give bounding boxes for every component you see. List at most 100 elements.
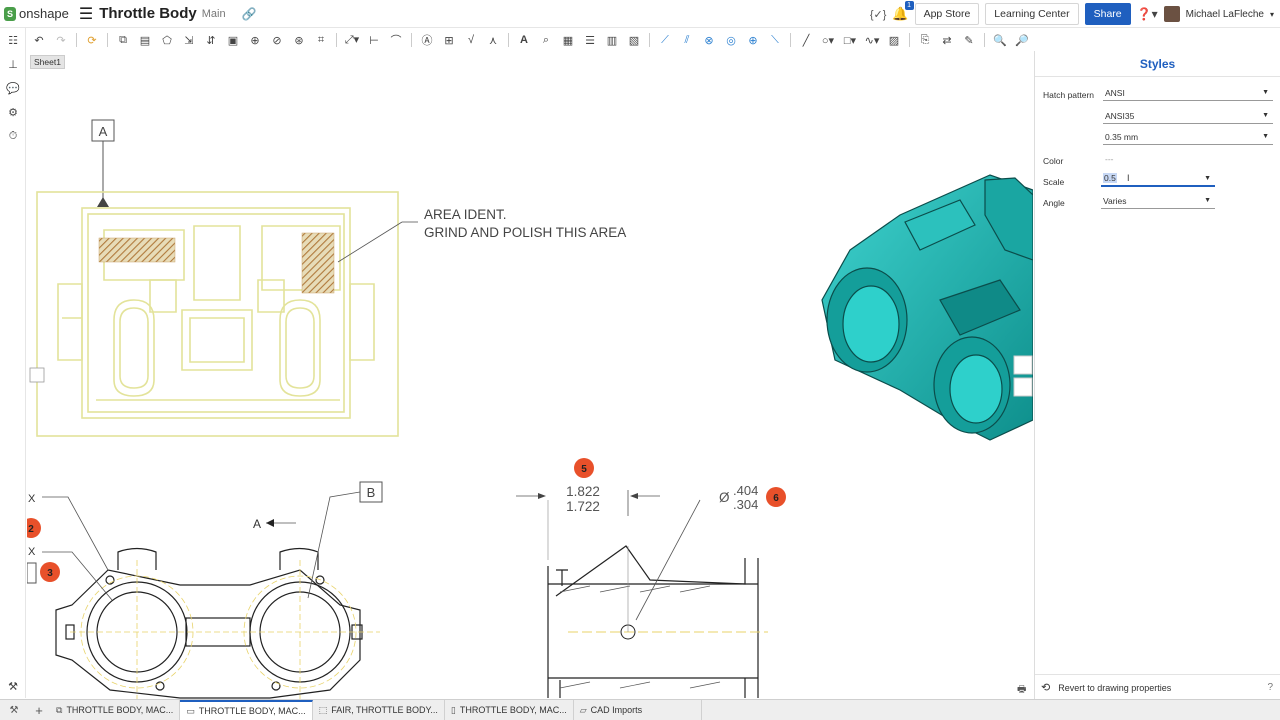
balloon-5[interactable]: 5 [574,458,594,478]
undo-icon[interactable]: ↶ [28,30,50,50]
isometric-3d-model[interactable] [821,174,1033,441]
circular-centerline-icon[interactable]: ◎ [720,30,742,50]
hamburger-menu-icon[interactable]: ☰ [79,4,93,24]
spline-icon[interactable]: ∿▾ [861,30,883,50]
revision-table-icon[interactable]: ▧ [623,30,645,50]
help-icon[interactable]: ❓▾ [1137,7,1158,21]
history-icon[interactable]: ⏱ [0,124,26,148]
user-name[interactable]: Michael LaFleche [1186,9,1264,20]
crop-icon[interactable]: ⌗ [310,30,332,50]
tab-cad-imports[interactable]: ▱ CAD Imports [574,700,702,720]
update-icon[interactable]: ⟳ [81,30,103,50]
circle-icon[interactable]: ○▾ [817,30,839,50]
branch-label[interactable]: Main [202,8,226,20]
view-cube-icon[interactable] [1013,355,1033,375]
weld-icon[interactable]: ⋏ [482,30,504,50]
export-icon[interactable]: ⎘ [914,30,936,50]
edit-icon[interactable]: ✎ [958,30,980,50]
projected-view-icon[interactable]: ▤ [134,30,156,50]
hatch-width-select[interactable]: 0.35 mm ▼ [1103,129,1273,145]
front-view-drawing[interactable] [55,547,363,699]
scale-input[interactable]: 0.5 I ▼ [1101,171,1215,187]
tab-pdf[interactable]: ⬚ FAIR, THROTTLE BODY... [313,700,445,720]
avatar[interactable] [1163,6,1180,22]
render-mode-icon[interactable] [1013,377,1033,397]
callout-icon[interactable]: ⌕ [535,30,557,50]
insert-view-icon[interactable]: ⧉ [112,30,134,50]
hatch-subpattern-select[interactable]: ANSI35 ▼ [1103,108,1273,124]
angle-select[interactable]: Varies ▼ [1101,193,1215,209]
zoom-fit-icon[interactable]: 🔎 [1011,30,1033,50]
revert-icon[interactable]: ⟲ [1041,681,1050,694]
note-line-1[interactable]: AREA IDENT. [424,207,507,222]
parts-icon[interactable]: ⚙ [0,100,26,124]
centerline-two-icon[interactable]: ⫽ [676,30,698,50]
comments-icon[interactable]: 💬 [0,76,26,100]
aligned-section-icon[interactable]: ⇵ [200,30,222,50]
hatch-pattern-select[interactable]: ANSI ▼ [1103,85,1273,101]
replace-icon[interactable]: ⇄ [936,30,958,50]
tab-file[interactable]: ▯ THROTTLE BODY, MAC... [445,700,574,720]
document-title[interactable]: Throttle Body [99,5,197,22]
note-line-2[interactable]: GRIND AND POLISH THIS AREA [424,225,626,240]
dimension-icon[interactable]: ⤢▾ [341,30,363,50]
app-store-button[interactable]: App Store [914,3,980,25]
section-view-drawing[interactable] [547,545,759,698]
link-icon[interactable]: 🔗 [242,7,257,21]
redo-icon[interactable]: ↷ [50,30,72,50]
crop-view-icon[interactable]: ⊕ [244,30,266,50]
top-view-highlighted[interactable] [36,191,399,437]
onshape-logo[interactable]: S onshape [4,6,69,21]
color-value[interactable]: --- [1105,154,1114,164]
rectangle-icon[interactable]: □▾ [839,30,861,50]
gtol-icon[interactable]: ⊞ [438,30,460,50]
broken-view-icon[interactable]: ⊘ [266,30,288,50]
balloon-3[interactable]: 3 [40,562,60,582]
thread-icon[interactable]: ⟍ [764,30,786,50]
notifications-bell-icon[interactable]: 🔔 1 [892,1,914,22]
line-icon[interactable]: ╱ [795,30,817,50]
chamfer-dimension-icon[interactable]: ⌒ [385,30,407,50]
hole-table-icon[interactable]: ▥ [601,30,623,50]
detail-view-icon[interactable]: ▣ [222,30,244,50]
variables-icon[interactable]: {✓} [870,8,887,21]
tab-part-studio[interactable]: ⧉ THROTTLE BODY, MAC... [50,700,181,720]
section-view-icon[interactable]: ⇲ [178,30,200,50]
hatch-area-right[interactable] [301,232,335,294]
surface-finish-icon[interactable]: √ [460,30,482,50]
bom-icon[interactable]: ☰ [579,30,601,50]
help-icon[interactable]: ? [1267,682,1273,693]
centermark-icon[interactable]: ⊗ [698,30,720,50]
tab-drawing-active[interactable]: ▭ THROTTLE BODY, MAC... [180,700,313,720]
auxiliary-view-icon[interactable]: ⬠ [156,30,178,50]
centerline-icon[interactable]: ⟋ [654,30,676,50]
revert-link[interactable]: Revert to drawing properties [1058,683,1171,693]
balloon-2[interactable]: 2 [27,518,41,538]
hatch-icon[interactable]: ▨ [883,30,905,50]
view-toggle-icon[interactable] [29,367,45,383]
dim-lower[interactable]: 1.722 [566,499,600,514]
diameter-lower[interactable]: .304 [733,497,758,512]
properties-icon[interactable]: ⊥ [0,52,26,76]
center-mark-icon[interactable]: ⊕ [742,30,764,50]
dim-upper[interactable]: 1.822 [566,484,600,499]
add-tab-icon[interactable]: + [28,703,50,718]
learning-center-button[interactable]: Learning Center [985,3,1079,25]
zoom-icon[interactable]: 🔍 [989,30,1011,50]
text-icon[interactable]: A [513,30,535,50]
user-menu-chevron-icon[interactable]: ▾ [1270,10,1274,19]
balloon-6[interactable]: 6 [766,487,786,507]
share-button[interactable]: Share [1084,3,1131,25]
drawing-canvas[interactable]: A AREA IDENT. GRIND AND POLISH THIS AREA [27,70,1033,700]
tools-icon[interactable]: ⚒ [0,705,28,716]
table-icon[interactable]: ▦ [557,30,579,50]
sheet-tab[interactable]: Sheet1 [30,55,65,69]
ordinate-icon[interactable]: ⊢ [363,30,385,50]
hatch-area-left[interactable] [98,237,176,263]
print-icon[interactable]: 🖶 [1017,682,1026,699]
feature-list-icon[interactable]: ☷ [0,28,26,52]
note-icon[interactable]: Ⓐ [416,30,438,50]
broken-out-icon[interactable]: ⊛ [288,30,310,50]
diameter-upper[interactable]: .404 [733,483,758,498]
tools-icon[interactable]: ⚒ [0,674,26,698]
